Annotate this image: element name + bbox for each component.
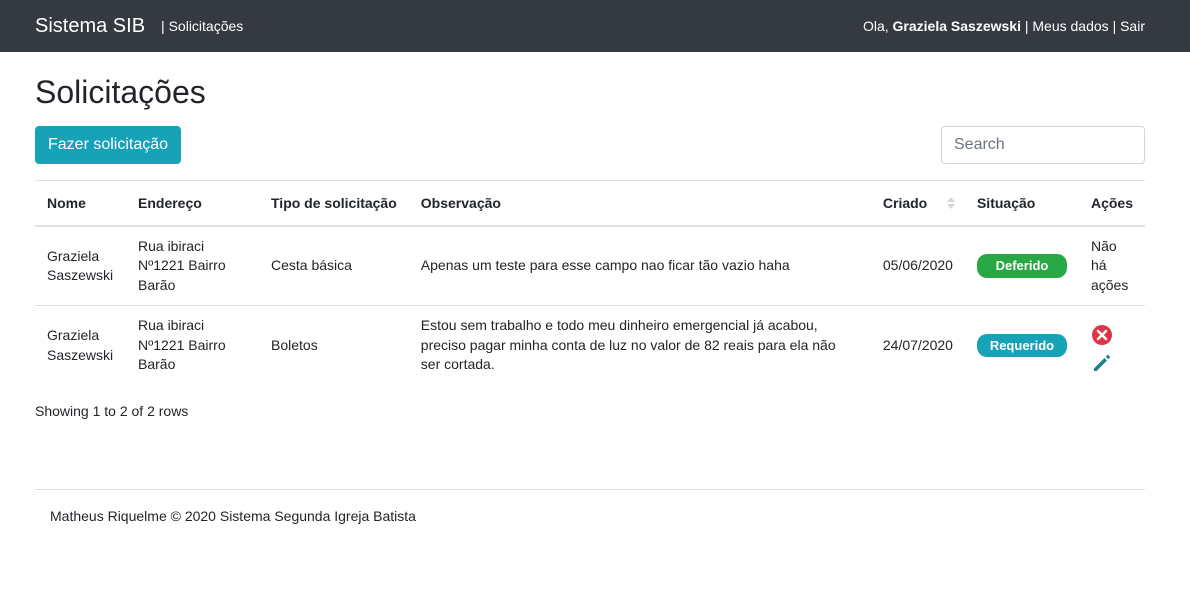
cell-nome: Graziela Saszewski (47, 327, 114, 363)
cell-endereco: Rua ibiraci Nº1221 Bairro Barão (138, 317, 226, 373)
cell-endereco: Rua ibiraci Nº1221 Bairro Barão (126, 225, 259, 307)
cell-tipo: Boletos (271, 336, 318, 353)
cell-observacao: Estou sem trabalho e todo meu dinheiro e… (420, 317, 836, 373)
navbar-separator: | (161, 18, 165, 34)
search-input[interactable] (941, 126, 1145, 165)
navbar-separator: | (1112, 18, 1117, 34)
cell-criado: 05/06/2020 (870, 225, 965, 307)
header-criado[interactable]: Criado (870, 180, 965, 227)
header-situacao: Situação (964, 180, 1079, 227)
status-badge: Deferido (976, 254, 1067, 278)
footer-text: Matheus Riquelme © 2020 Sistema Segunda … (50, 507, 416, 524)
cell-criado: 24/07/2020 (882, 336, 953, 353)
edit-icon[interactable] (1091, 352, 1113, 374)
greeting-text: Ola, (862, 18, 889, 34)
top-navbar: Sistema SIB | Solicitações Ola, Graziela… (0, 0, 1190, 52)
page-title: Solicitações (35, 74, 206, 110)
new-request-button[interactable]: Fazer solicitação (35, 126, 182, 165)
header-criado-label: Criado (882, 195, 928, 212)
logout-link[interactable]: Sair (1120, 18, 1145, 34)
pagination-info: Showing 1 to 2 of 2 rows (35, 402, 189, 419)
navbar-right: Ola, Graziela Saszewski | Meus dados | S… (863, 18, 1145, 34)
cell-nome: Graziela Saszewski (35, 225, 126, 307)
cell-acoes: Não há ações (1078, 225, 1145, 307)
cell-tipo: Cesta básica (259, 225, 409, 307)
table-row: Graziela Saszewski Rua ibiraci Nº1221 Ba… (35, 306, 1145, 385)
main-content: Solicitações Fazer solicitação Nome Ende… (0, 73, 1190, 542)
navbar-left: Sistema SIB | Solicitações (35, 15, 243, 38)
navbar-separator: | (1024, 18, 1029, 34)
header-tipo: Tipo de solicitação (259, 180, 409, 227)
nav-link-solicitacoes[interactable]: Solicitações (169, 18, 244, 34)
user-name: Graziela Saszewski (892, 18, 1021, 34)
cell-observacao: Apenas um teste para esse campo nao fica… (408, 225, 871, 307)
header-observacao: Observação (408, 180, 871, 227)
footer: Matheus Riquelme © 2020 Sistema Segunda … (35, 488, 1145, 542)
header-acoes: Ações (1078, 180, 1145, 227)
header-nome: Nome (35, 180, 126, 227)
my-data-link[interactable]: Meus dados (1032, 18, 1108, 34)
cell-situacao: Deferido (964, 225, 1079, 307)
cell-situacao: Requerido (965, 306, 1079, 385)
sort-icon (946, 197, 955, 210)
header-endereco: Endereço (126, 180, 259, 227)
cell-acoes (1079, 306, 1145, 385)
status-badge: Requerido (976, 333, 1067, 358)
delete-icon[interactable] (1091, 324, 1113, 346)
table-toolbar: Fazer solicitação (35, 126, 1145, 165)
brand-link[interactable]: Sistema SIB (35, 15, 145, 38)
table-row: Graziela Saszewski Rua ibiraci Nº1221 Ba… (35, 225, 1145, 307)
requests-table: Nome Endereço Tipo de solicitação Observ… (35, 180, 1145, 385)
table-header-row: Nome Endereço Tipo de solicitação Observ… (35, 180, 1145, 227)
